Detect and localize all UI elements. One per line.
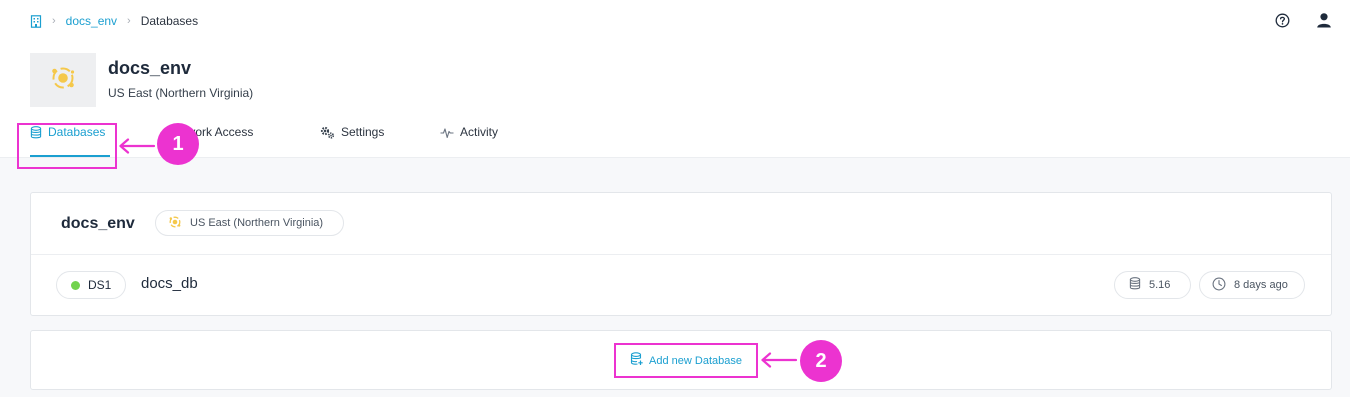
chevron-right-icon: ›	[52, 15, 56, 27]
created-label: 8 days ago	[1234, 279, 1288, 291]
callout-arrow	[761, 352, 798, 368]
aws-region-sun-icon	[168, 215, 182, 232]
environment-region: US East (Northern Virginia)	[108, 86, 254, 100]
region-badge: US East (Northern Virginia)	[155, 210, 345, 236]
status-dot	[71, 280, 80, 290]
gears-icon	[320, 125, 335, 142]
created-badge: 8 days ago	[1199, 271, 1305, 299]
callout-badge-2: 2	[800, 340, 842, 382]
database-add-icon	[630, 352, 644, 369]
version-badge: 5.16	[1114, 271, 1192, 299]
tab-settings[interactable]: Settings	[320, 125, 384, 157]
environment-logo	[30, 53, 96, 107]
user-icon[interactable]	[1316, 12, 1332, 28]
callout-badge-1: 1	[157, 123, 199, 165]
tab-label: Activity	[460, 125, 499, 139]
chevron-right-icon: ›	[127, 15, 131, 27]
building-icon[interactable]	[30, 14, 42, 28]
database-type-badge: DS1	[56, 271, 127, 299]
header-actions	[1275, 12, 1332, 28]
database-type-label: DS1	[88, 278, 112, 292]
page-title: docs_env	[108, 58, 192, 78]
activity-icon	[440, 125, 454, 142]
add-database-card: Add new Database	[30, 330, 1332, 390]
page-header: › docs_env › Databases docs_env US East …	[0, 0, 1350, 158]
breadcrumb-env-link[interactable]: docs_env	[66, 14, 117, 28]
database-icon	[1129, 277, 1141, 293]
tab-label: Settings	[341, 125, 385, 139]
region-label: US East (Northern Virginia)	[190, 217, 324, 229]
callout-arrow	[119, 138, 156, 154]
highlight-box-databases-tab	[17, 123, 117, 169]
environment-card-header: docs_env US East (Northern Virginia)	[31, 193, 1331, 255]
aws-region-sun-icon	[48, 63, 78, 98]
database-name[interactable]: docs_db	[141, 275, 198, 292]
database-row[interactable]: DS1 docs_db 5.16 8 days ago	[31, 255, 1331, 317]
add-database-button[interactable]: Add new Database	[614, 343, 758, 378]
tab-activity[interactable]: Activity	[440, 125, 498, 157]
clock-icon	[1212, 277, 1226, 294]
environment-card: docs_env US East (Northern Virginia) DS1…	[30, 192, 1332, 316]
breadcrumb: › docs_env › Databases	[30, 12, 198, 30]
version-label: 5.16	[1149, 279, 1171, 291]
environment-name: docs_env	[61, 215, 135, 232]
help-circle-icon[interactable]	[1275, 13, 1290, 28]
breadcrumb-current: Databases	[140, 14, 199, 28]
add-database-label: Add new Database	[649, 354, 742, 367]
